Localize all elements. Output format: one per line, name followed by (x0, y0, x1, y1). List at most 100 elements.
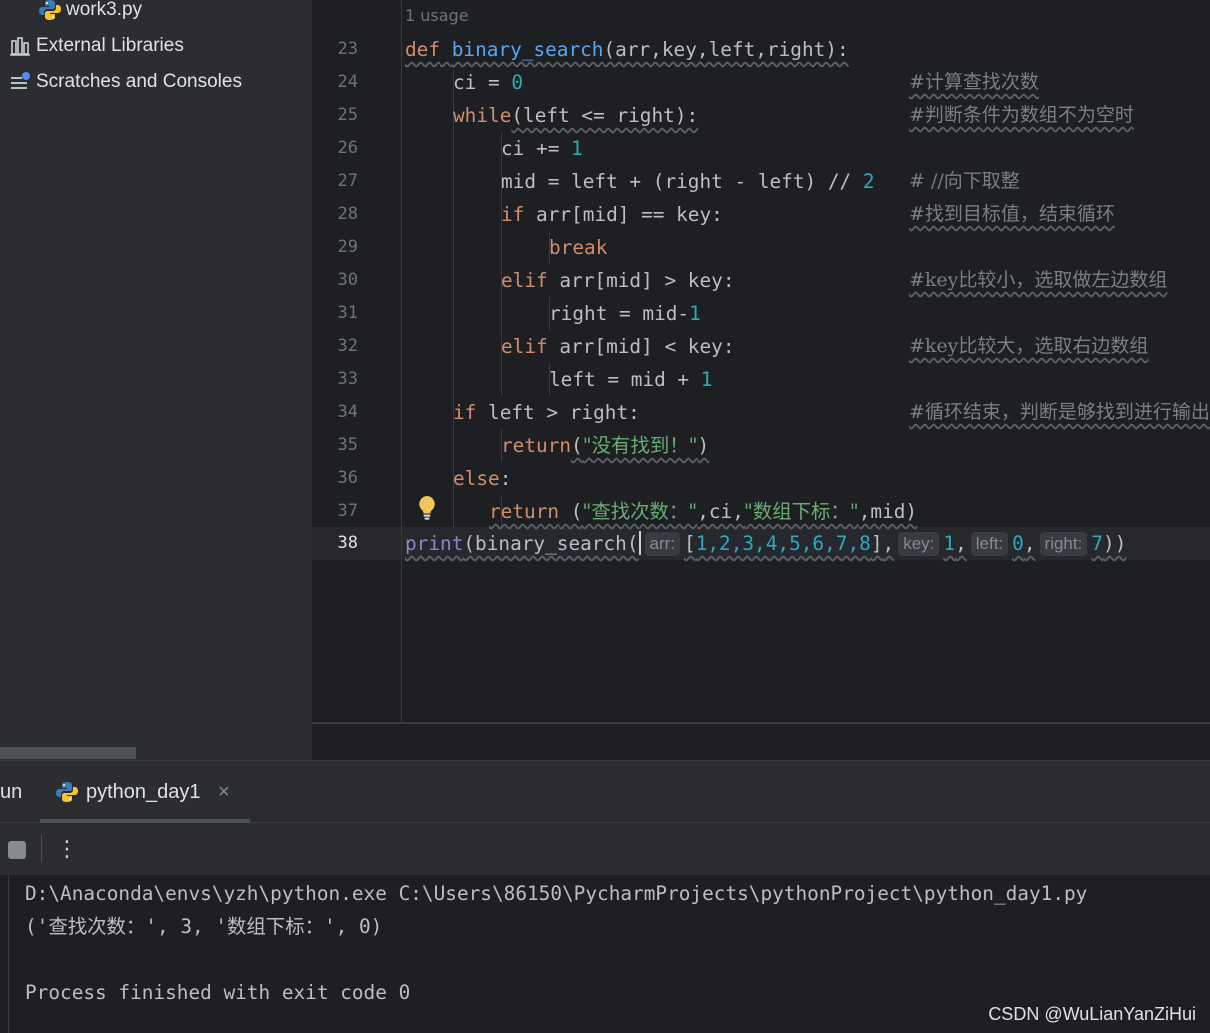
code-fragment: ("没有找到！") (571, 434, 709, 457)
libraries-icon (8, 34, 32, 58)
line-number: 36 (337, 468, 358, 488)
code-fragment: (binary_search( (463, 532, 639, 555)
code-editor[interactable]: 1 usage 23 def binary_search(arr,key,lef… (312, 0, 1210, 760)
code-text: return("没有找到！") (501, 429, 709, 462)
code-fragment: ,ci, (697, 500, 744, 523)
tab-python-day1[interactable]: python_day1 × (40, 761, 250, 823)
code-fragment: (arr,key,left,right): (603, 38, 849, 61)
bracket: ] (870, 532, 883, 555)
code-line-27: 27 mid = left + (right - left) // 2 # //… (312, 165, 1210, 198)
line-number: 37 (337, 501, 358, 521)
code-text: return ("查找次数：",ci,"数组下标：",mid) (489, 495, 917, 528)
run-tool-window: un python_day1 × ⋮ D:\Anaconda\envs\yzh\… (0, 760, 1210, 1033)
keyword: if (501, 203, 525, 226)
parameter-hint-arr: arr: (644, 532, 680, 556)
run-tab-bar: un python_day1 × (0, 761, 1210, 823)
line-number: 26 (337, 138, 358, 158)
lightbulb-icon[interactable] (416, 494, 438, 522)
number-literal: 0 (1012, 532, 1024, 555)
code-line-32: 32 elif arr[mid] < key: #key比较大，选取右边数组 (312, 330, 1210, 363)
code-fragment: arr[mid] == key: (524, 203, 723, 226)
code-fragment: left = mid + (549, 368, 701, 391)
code-line-36: 36 else: (312, 462, 1210, 495)
code-text: ci += 1 (501, 132, 583, 165)
line-number: 27 (337, 171, 358, 191)
code-text: while(left <= right): (453, 99, 698, 132)
line-number: 35 (337, 435, 358, 455)
code-line-29: 29 break (312, 231, 1210, 264)
function-name: binary_search (451, 38, 604, 61)
comment: # //向下取整 (909, 170, 1020, 192)
line-number: 29 (337, 237, 358, 257)
line-number: 38 (337, 533, 358, 553)
console-line: Process finished with exit code 0 (25, 981, 411, 1004)
line-number: 30 (337, 270, 358, 290)
code-line-34: 34 if left > right: #循环结束，判断是够找到进行输出 (312, 396, 1210, 429)
tree-item-work3[interactable]: work3.py (38, 0, 142, 25)
tree-item-scratches[interactable]: Scratches and Consoles (8, 67, 242, 97)
sidebar-horizontal-scrollbar[interactable] (0, 747, 136, 759)
code-fragment: ("查找次数：",ci,"数组下标：",mid) (559, 500, 917, 523)
keyword: return (489, 500, 560, 523)
code-fragment: ci += (501, 137, 572, 160)
line-number: 24 (337, 72, 358, 92)
code-text: ci = 0 (453, 66, 523, 99)
comma: , (882, 532, 895, 555)
code-line-37: 37 return ("查找次数：",ci,"数组下标：",mid) (312, 495, 1210, 528)
run-toolbar: ⋮ (0, 823, 1210, 875)
close-icon[interactable]: × (218, 781, 230, 804)
scratches-icon (8, 70, 32, 94)
code-text: left = mid + 1 (549, 363, 712, 396)
code-line-38: 38 print(binary_search(arr: [1,2,3,4,5,6,… (312, 527, 1210, 560)
number-literal: 1 (700, 368, 713, 391)
code-fragment: arr[mid] > key: (547, 269, 735, 292)
code-text: print(binary_search(arr: [1,2,3,4,5,6,7,8… (405, 527, 1126, 560)
keyword: while (453, 104, 512, 127)
code-fragment: right = mid- (549, 302, 690, 325)
watermark: CSDN @WuLianYanZiHui (988, 1004, 1196, 1024)
number-literal: 1 (943, 532, 956, 555)
python-file-icon (38, 0, 62, 22)
console-line: D:\Anaconda\envs\yzh\python.exe C:\Users… (25, 882, 1088, 905)
code-text: def binary_search(arr,key,left,right): (405, 33, 849, 66)
line-number: 28 (337, 204, 358, 224)
tab-label: python_day1 (86, 781, 201, 803)
bracket: [ (684, 532, 696, 555)
code-line-35: 35 return("没有找到！") (312, 429, 1210, 462)
toolbar-separator (41, 835, 42, 863)
number-literal: 2 (862, 170, 875, 193)
code-fragment: left > right: (476, 401, 640, 424)
comma: , (955, 532, 967, 555)
keyword: else (453, 467, 500, 490)
code-text: right = mid-1 (549, 297, 701, 330)
text-caret (638, 531, 641, 555)
code-line-30: 30 elif arr[mid] > key: #key比较小，选取做左边数组 (312, 264, 1210, 297)
list-literal: 1,2,3,4,5,6,7,8 (695, 532, 871, 555)
usage-hint[interactable]: 1 usage (405, 6, 469, 25)
code-fragment: : (499, 467, 512, 490)
code-line-28: 28 if arr[mid] == key: #找到目标值，结束循环 (312, 198, 1210, 231)
code-line-23: 23 def binary_search(arr,key,left,right)… (312, 33, 1210, 66)
line-number: 23 (337, 39, 358, 59)
project-tool-window: work3.py External Libraries Scratches an… (0, 0, 312, 760)
code-text: mid = left + (right - left) // 2 (501, 165, 875, 198)
number-literal: 7 (1091, 532, 1104, 555)
keyword: if (453, 401, 477, 424)
line-number: 34 (337, 402, 358, 422)
number-literal: 1 (571, 137, 583, 160)
code-fragment: ,mid) (858, 500, 918, 523)
parameter-hint-key: key: (898, 532, 940, 556)
code-line-24: 24 ci = 0 #计算查找次数 (312, 66, 1210, 99)
keyword: elif (501, 335, 548, 358)
comment: #判断条件为数组不为空时 (909, 104, 1134, 126)
keyword: return (501, 434, 572, 457)
builtin-function: print (405, 532, 464, 555)
more-options-icon[interactable]: ⋮ (56, 835, 78, 863)
editor-bottom-border (312, 722, 1210, 724)
code-text: elif arr[mid] < key: (501, 330, 735, 363)
tree-item-external-libraries[interactable]: External Libraries (8, 31, 184, 61)
code-line-26: 26 ci += 1 (312, 132, 1210, 165)
tree-item-label: External Libraries (36, 35, 184, 56)
stop-icon[interactable] (8, 841, 26, 859)
code-text: else: (453, 462, 511, 495)
